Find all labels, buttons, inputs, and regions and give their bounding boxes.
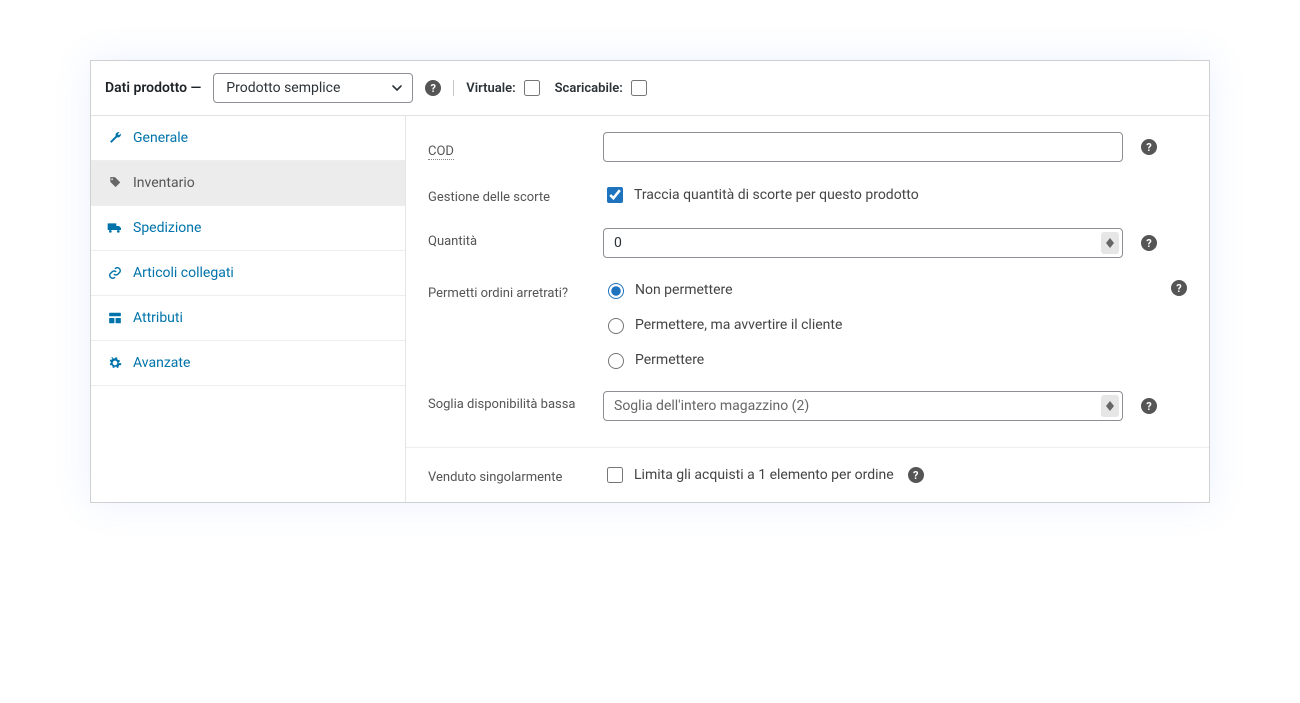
tab-label: Generale [133, 130, 188, 146]
help-icon[interactable]: ? [1141, 139, 1157, 155]
divider [453, 80, 454, 96]
stock-mgmt-checkbox-label: Traccia quantità di scorte per questo pr… [634, 187, 919, 203]
backorder-option-notify[interactable]: Permettere, ma avvertire il cliente [603, 315, 842, 334]
product-type-select[interactable]: Prodotto semplice [213, 73, 413, 103]
truck-icon [107, 220, 123, 236]
tab-attributes[interactable]: Attributi [91, 296, 405, 341]
quantity-label: Quantità [428, 228, 583, 249]
help-icon[interactable]: ? [908, 467, 924, 483]
sold-ind-checkbox[interactable] [607, 467, 623, 483]
row-low-stock: Soglia disponibilità bassa ? [406, 385, 1209, 437]
stock-mgmt-checkbox-line[interactable]: Traccia quantità di scorte per questo pr… [603, 184, 919, 206]
wrench-icon [107, 130, 123, 146]
downloadable-checkbox[interactable] [631, 80, 647, 96]
row-backorders: Permetti ordini arretrati? Non permetter… [406, 274, 1209, 385]
row-stock-management: Gestione delle scorte Traccia quantità d… [406, 178, 1209, 222]
tab-label: Avanzate [133, 355, 190, 371]
backorder-option-no[interactable]: Non permettere [603, 280, 842, 299]
sold-ind-label: Venduto singolarmente [428, 464, 583, 485]
backorder-option-yes[interactable]: Permettere [603, 350, 842, 369]
stock-mgmt-label: Gestione delle scorte [428, 184, 583, 205]
panel-header: Dati prodotto — Prodotto semplice ? Virt… [91, 61, 1209, 116]
chevron-down-icon [1106, 406, 1114, 411]
help-icon[interactable]: ? [1171, 280, 1187, 296]
row-quantity: Quantità ? [406, 222, 1209, 274]
row-sku: COD ? [406, 116, 1209, 178]
layout-icon [107, 310, 123, 326]
panel-body: Generale Inventario Spedizione Articoli … [91, 116, 1209, 502]
tab-general[interactable]: Generale [91, 116, 405, 161]
tab-shipping[interactable]: Spedizione [91, 206, 405, 251]
low-stock-label: Soglia disponibilità bassa [428, 391, 583, 412]
gear-icon [107, 355, 123, 371]
sku-label: COD [428, 138, 454, 160]
tab-label: Attributi [133, 310, 183, 326]
backorder-radio-yes[interactable] [608, 353, 624, 369]
help-icon[interactable]: ? [1141, 398, 1157, 414]
backorder-radio-no[interactable] [608, 283, 624, 299]
product-data-panel: Dati prodotto — Prodotto semplice ? Virt… [90, 60, 1210, 503]
backorder-radio-notify[interactable] [608, 318, 624, 334]
tab-label: Articoli collegati [133, 265, 234, 281]
tab-label: Inventario [133, 175, 195, 191]
help-icon[interactable]: ? [425, 80, 441, 96]
tab-inventory[interactable]: Inventario [91, 161, 405, 206]
virtual-toggle[interactable]: Virtuale: [466, 77, 542, 99]
row-sold-individually: Venduto singolarmente Limita gli acquist… [406, 448, 1209, 502]
radio-label: Non permettere [635, 282, 733, 298]
backorders-label: Permetti ordini arretrati? [428, 280, 583, 301]
radio-label: Permettere, ma avvertire il cliente [635, 317, 842, 333]
virtual-label: Virtuale: [466, 81, 515, 96]
downloadable-label: Scaricabile: [555, 81, 623, 96]
tabs-sidebar: Generale Inventario Spedizione Articoli … [91, 116, 406, 502]
sold-ind-checkbox-label: Limita gli acquisti a 1 elemento per ord… [634, 467, 894, 483]
tag-icon [107, 175, 123, 191]
tab-linked-products[interactable]: Articoli collegati [91, 251, 405, 296]
radio-label: Permettere [635, 352, 704, 368]
stock-mgmt-checkbox[interactable] [607, 187, 623, 203]
link-icon [107, 265, 123, 281]
help-icon[interactable]: ? [1141, 235, 1157, 251]
tab-content: COD ? Gestione delle scorte Traccia quan… [406, 116, 1209, 502]
product-type-value: Prodotto semplice [213, 73, 413, 103]
sku-input[interactable] [603, 132, 1123, 162]
quantity-input[interactable] [603, 228, 1123, 258]
number-stepper[interactable] [1101, 232, 1119, 254]
virtual-checkbox[interactable] [524, 80, 540, 96]
tab-advanced[interactable]: Avanzate [91, 341, 405, 386]
number-stepper[interactable] [1101, 395, 1119, 417]
tab-label: Spedizione [133, 220, 201, 236]
chevron-down-icon [1106, 243, 1114, 248]
downloadable-toggle[interactable]: Scaricabile: [555, 77, 650, 99]
panel-title: Dati prodotto — [105, 80, 201, 96]
sold-ind-checkbox-line[interactable]: Limita gli acquisti a 1 elemento per ord… [603, 464, 894, 486]
low-stock-input[interactable] [603, 391, 1123, 421]
